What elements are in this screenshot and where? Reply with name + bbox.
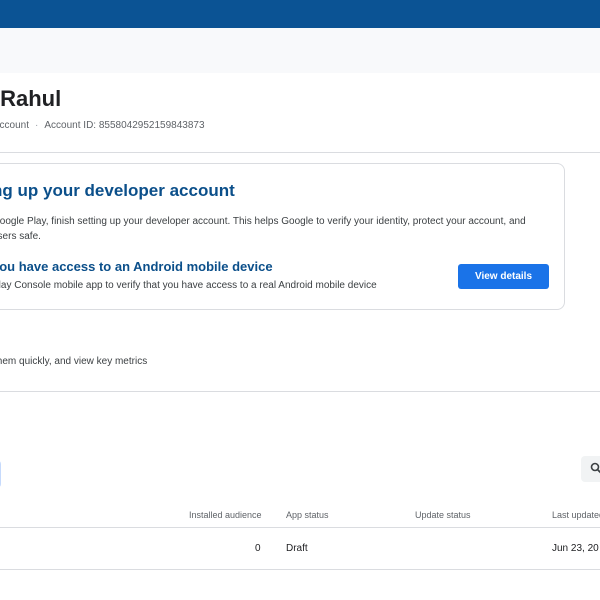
setup-card-title: ng up your developer account [0, 181, 235, 200]
table-row[interactable]: 0 Draft Jun 23, 20 [0, 528, 600, 569]
setup-card-description: Google Play, finish setting up your deve… [0, 216, 526, 242]
account-type: account [0, 120, 30, 131]
column-header-installed-audience[interactable]: Installed audience [189, 510, 262, 520]
account-id: Account ID: 8558042952159843873 [44, 120, 205, 131]
account-info-line: account · Account ID: 8558042952159843873 [0, 120, 205, 131]
search-button[interactable] [581, 456, 600, 482]
view-details-button[interactable]: View details [458, 264, 549, 289]
play-console-page: .Rahul account · Account ID: 8558042952159… [0, 0, 600, 600]
apps-section-description: them quickly, and view key metrics [0, 356, 148, 367]
search-icon [590, 462, 600, 474]
separator-dot: · [35, 120, 39, 131]
table-row-divider [0, 569, 600, 570]
cell-last-updated: Jun 23, 20 [552, 543, 599, 554]
section-divider [0, 391, 600, 392]
cell-app-status: Draft [286, 543, 308, 554]
cell-installed-audience: 0 [255, 543, 261, 554]
column-header-update-status[interactable]: Update status [415, 510, 471, 520]
column-header-last-updated[interactable]: Last updated [552, 510, 600, 520]
device-access-description: Play Console mobile app to verify that y… [0, 280, 377, 291]
sub-header-bar [0, 28, 600, 73]
top-app-bar [0, 0, 600, 28]
developer-name: .Rahul [0, 86, 62, 111]
column-header-app-status[interactable]: App status [286, 510, 329, 520]
filter-chip[interactable] [0, 460, 1, 488]
device-access-title: you have access to an Android mobile dev… [0, 259, 273, 274]
header-divider [0, 152, 600, 153]
